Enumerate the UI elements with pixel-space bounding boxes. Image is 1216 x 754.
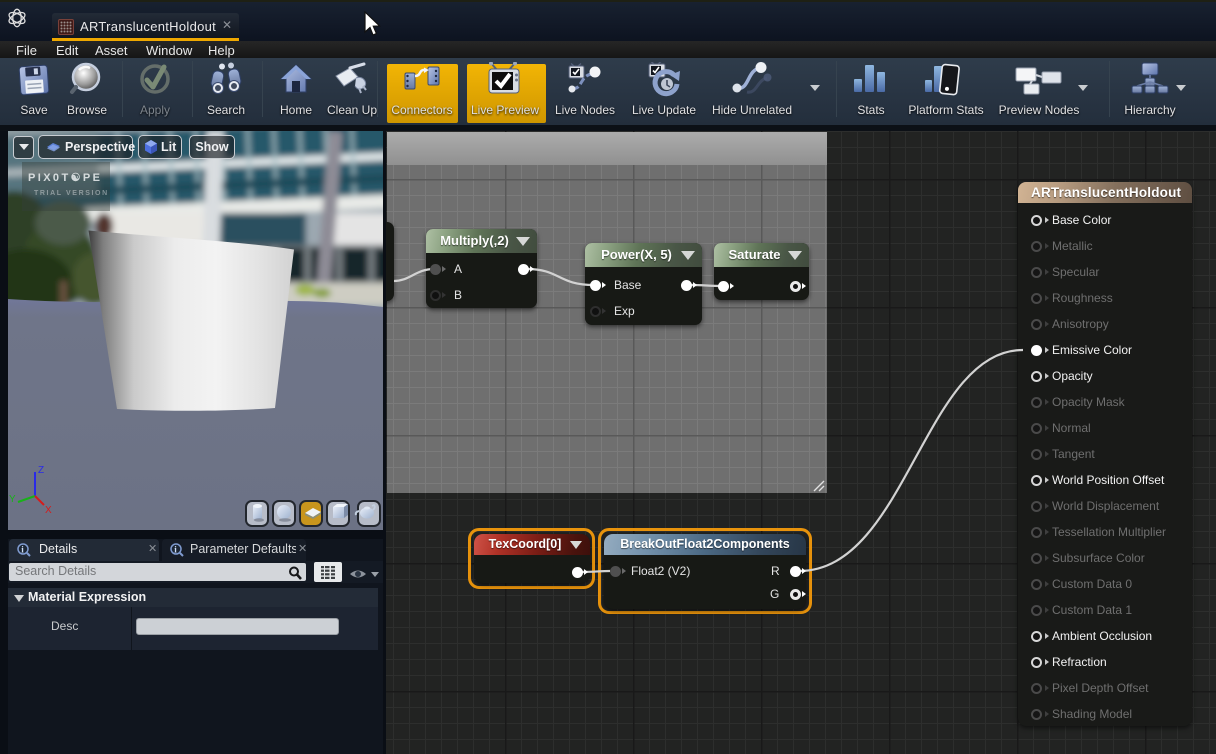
svg-text:Y: Y	[9, 494, 16, 505]
svg-text:X: X	[45, 505, 52, 516]
svg-text:Z: Z	[38, 465, 44, 476]
